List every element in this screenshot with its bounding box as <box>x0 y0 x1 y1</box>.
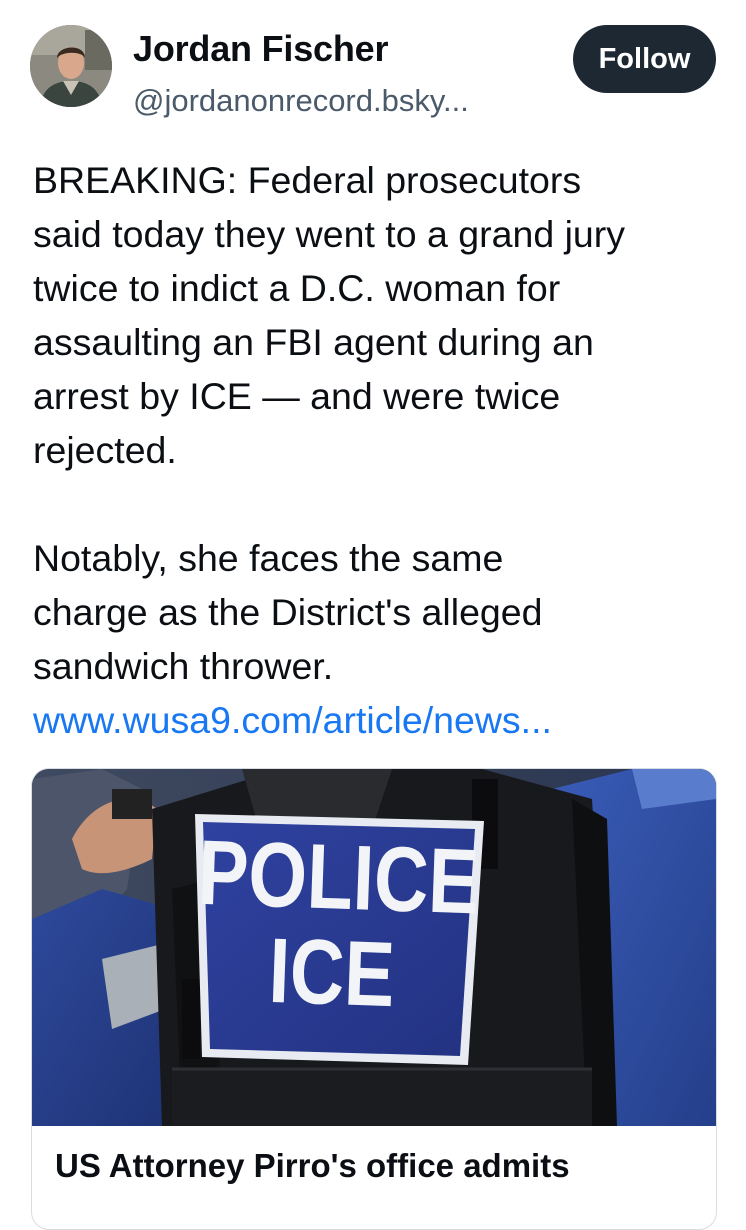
post-link-line: www.wusa9.com/article/news... <box>33 693 723 747</box>
link-preview-image[interactable]: POLICE ICE <box>32 769 716 1126</box>
avatar-photo-icon <box>30 25 112 107</box>
post-line: rejected. <box>33 429 177 471</box>
patch-text-police: POLICE <box>196 821 480 934</box>
post-line: twice to indict a D.C. woman for <box>33 267 561 309</box>
ice-officer-vest-image: POLICE ICE <box>32 769 716 1126</box>
post-line: BREAKING: Federal prosecutors <box>33 159 582 201</box>
post-line: charge as the District's alleged <box>33 591 543 633</box>
post-line: said today they went to a grand jury <box>33 213 626 255</box>
patch-text-ice: ICE <box>267 919 396 1026</box>
link-preview-title: US Attorney Pirro's office admits <box>55 1147 570 1184</box>
post-line: Notably, she faces the same <box>33 537 504 579</box>
author-avatar[interactable] <box>30 25 112 107</box>
author-handle[interactable]: @jordanonrecord.bsky... <box>133 83 469 119</box>
author-name[interactable]: Jordan Fischer <box>133 28 388 70</box>
article-link[interactable]: www.wusa9.com/article/news... <box>33 699 552 741</box>
follow-button[interactable]: Follow <box>573 25 716 93</box>
post-header: Jordan Fischer @jordanonrecord.bsky... F… <box>0 0 746 130</box>
post-body: BREAKING: Federal prosecutors said today… <box>33 153 723 747</box>
post-line: assaulting an FBI agent during an <box>33 321 594 363</box>
post-line: arrest by ICE — and were twice <box>33 375 561 417</box>
post-line: sandwich thrower. <box>33 645 334 687</box>
link-preview-card[interactable]: POLICE ICE US Attorney Pirro's office ad… <box>31 768 717 1230</box>
